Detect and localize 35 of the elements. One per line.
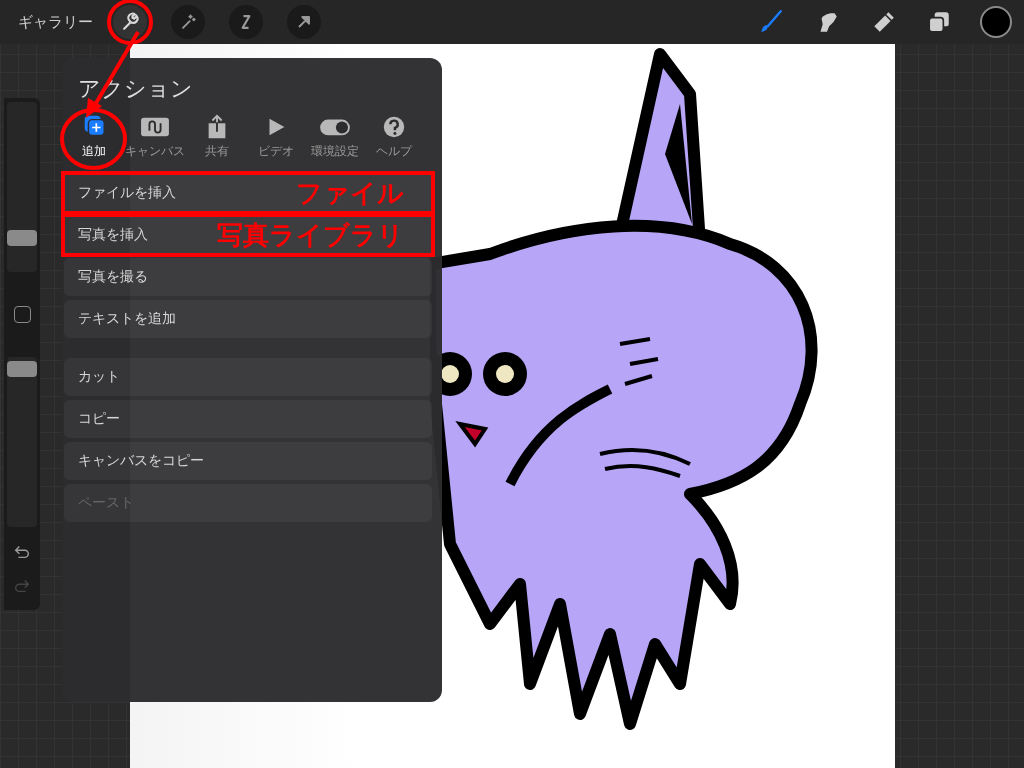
brush-tool-button[interactable] bbox=[758, 9, 784, 35]
color-swatch[interactable] bbox=[980, 6, 1012, 38]
menu-item-label: 写真を挿入 bbox=[78, 226, 148, 244]
menu-item[interactable]: 写真を挿入 写真ライブラリ bbox=[64, 216, 432, 254]
menu-item-label: ファイルを挿入 bbox=[78, 184, 176, 202]
slider-thumb[interactable] bbox=[7, 360, 37, 377]
annotation-label: 写真ライブラリ bbox=[217, 218, 404, 252]
menu-item-label: カット bbox=[78, 368, 120, 386]
menu-item-label: 写真を撮る bbox=[78, 268, 148, 286]
canvas-tab[interactable]: キャンバス bbox=[123, 112, 188, 166]
menu-item[interactable]: テキストを追加 bbox=[64, 300, 432, 338]
transform-tool-button[interactable] bbox=[287, 5, 321, 39]
annotation-label: ファイル bbox=[296, 176, 404, 210]
menu-item[interactable]: 写真を撮る bbox=[64, 258, 432, 296]
menu-item[interactable]: キャンバスをコピー bbox=[64, 442, 432, 480]
gallery-link[interactable]: ギャラリー bbox=[18, 12, 93, 32]
menu-item-label: テキストを追加 bbox=[78, 310, 176, 328]
menu-item[interactable]: ファイルを挿入 ファイル bbox=[64, 174, 432, 212]
prefs-tab[interactable]: 環境設定 bbox=[305, 112, 365, 166]
video-tab[interactable]: ビデオ bbox=[246, 112, 306, 166]
menu-item[interactable]: カット bbox=[64, 358, 432, 396]
modify-button[interactable] bbox=[13, 306, 31, 323]
menu-item-label: キャンバスをコピー bbox=[78, 452, 204, 470]
brush-icon bbox=[758, 9, 784, 35]
opacity-slider[interactable] bbox=[7, 357, 37, 527]
menu-item-label: コピー bbox=[78, 410, 120, 428]
selection-tool-button[interactable] bbox=[229, 5, 263, 39]
wand-tool-button[interactable] bbox=[171, 5, 205, 39]
help-tab[interactable]: ヘルプ bbox=[364, 112, 424, 166]
brush-size-slider[interactable] bbox=[7, 102, 37, 272]
slider-thumb[interactable] bbox=[7, 230, 37, 246]
add-tab[interactable]: 追加 bbox=[64, 112, 124, 166]
share-tab[interactable]: 共有 bbox=[187, 112, 247, 166]
undo-icon[interactable] bbox=[13, 543, 31, 561]
menu-item[interactable]: コピー bbox=[64, 400, 432, 438]
